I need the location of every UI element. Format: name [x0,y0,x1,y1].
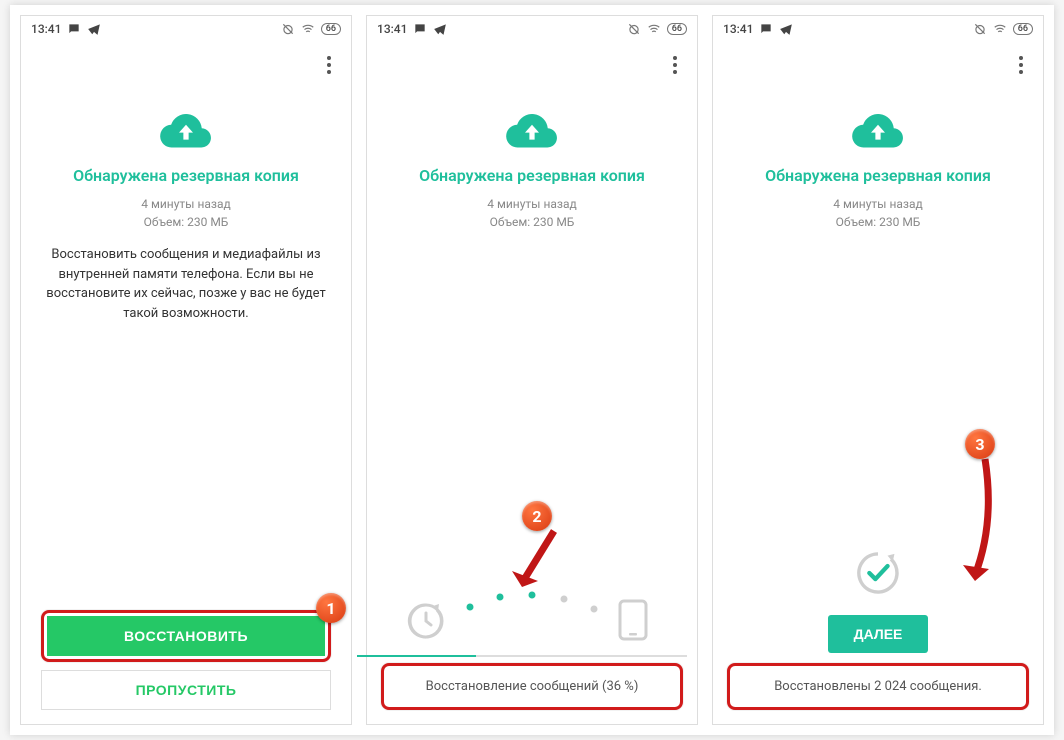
backup-size: Объем: 230 МБ [836,213,921,231]
annotation-highlight-2: Восстановление сообщений (36 %) [381,663,683,710]
cloud-upload-icon [158,110,214,150]
progress-bar [357,655,687,657]
restore-button[interactable]: ВОССТАНОВИТЬ [47,616,325,656]
backup-size: Объем: 230 МБ [144,213,229,231]
chat-icon [759,22,773,36]
backup-time: 4 минуты назад [141,195,231,213]
callout-badge-1: 1 [316,593,346,623]
screenshots-row: 13:41 66 [10,5,1054,735]
backup-time: 4 минуты назад [833,195,923,213]
chat-icon [413,22,427,36]
wifi-icon [647,22,661,36]
alarm-off-icon [973,22,987,36]
battery-value: 66 [326,24,336,34]
status-time: 13:41 [723,22,753,36]
backup-found-title: Обнаружена резервная копия [765,166,991,185]
app-bar [367,42,697,88]
annotation-arrow-3 [931,453,1011,593]
status-time: 13:41 [377,22,407,36]
backup-found-title: Обнаружена резервная копия [419,166,645,185]
status-bar: 13:41 66 [367,16,697,42]
phone-screen-1: 13:41 66 [20,15,352,725]
battery-value: 66 [1018,24,1028,34]
more-menu-icon[interactable] [317,53,341,77]
more-menu-icon[interactable] [663,53,687,77]
annotation-highlight-3: Восстановлены 2 024 сообщения. [727,663,1029,710]
backup-found-title: Обнаружена резервная копия [73,166,299,185]
app-bar [21,42,351,88]
alarm-off-icon [281,22,295,36]
battery-indicator: 66 [667,23,687,35]
status-time: 13:41 [31,22,61,36]
status-bar: 13:41 66 [21,16,351,42]
status-bar: 13:41 66 [713,16,1043,42]
alarm-off-icon [627,22,641,36]
telegram-icon [433,22,447,36]
restore-complete-text: Восстановлены 2 024 сообщения. [733,669,1023,704]
chat-icon [67,22,81,36]
callout-badge-2: 2 [522,501,552,531]
restore-status-text: Восстановление сообщений (36 %) [387,669,677,704]
skip-button[interactable]: ПРОПУСТИТЬ [41,670,331,710]
battery-value: 66 [672,24,682,34]
cloud-upload-icon [850,110,906,150]
wifi-icon [993,22,1007,36]
next-button[interactable]: ДАЛЕЕ [828,615,929,653]
progress-bar-fill [357,655,476,657]
app-bar [713,42,1043,88]
phone-screen-2: 13:41 66 [366,15,698,725]
battery-indicator: 66 [321,23,341,35]
restore-description: Восстановить сообщения и медиафайлы из в… [41,245,331,323]
telegram-icon [779,22,793,36]
callout-badge-3: 3 [965,429,995,459]
annotation-highlight-1: ВОССТАНОВИТЬ 1 [41,610,331,662]
annotation-arrow-2 [504,527,574,599]
backup-size: Объем: 230 МБ [490,213,575,231]
backup-time: 4 минуты назад [487,195,577,213]
phone-screen-3: 13:41 66 [712,15,1044,725]
battery-indicator: 66 [1013,23,1033,35]
telegram-icon [87,22,101,36]
wifi-icon [301,22,315,36]
more-menu-icon[interactable] [1009,53,1033,77]
cloud-upload-icon [504,110,560,150]
